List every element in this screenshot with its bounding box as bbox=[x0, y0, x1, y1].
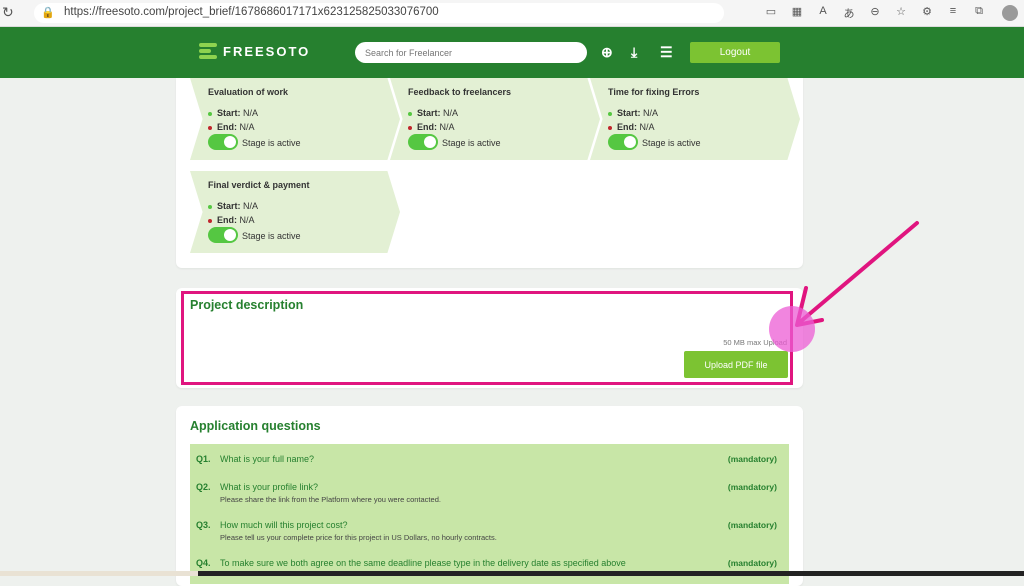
cursor-highlight bbox=[769, 306, 815, 352]
taskbar bbox=[198, 571, 1024, 576]
annotation-arrow bbox=[795, 221, 919, 327]
taskbar-left bbox=[0, 571, 198, 576]
